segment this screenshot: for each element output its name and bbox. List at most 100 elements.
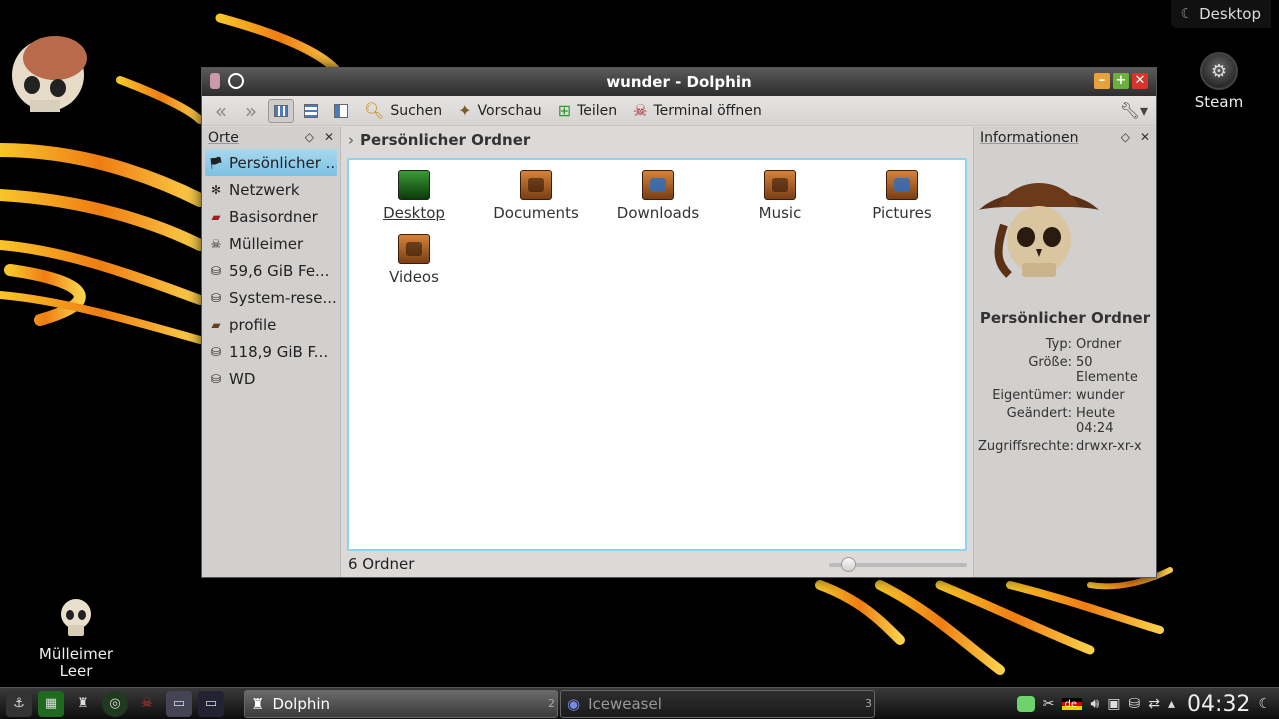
on-all-desktops-button[interactable]: [228, 73, 244, 89]
window-titlebar[interactable]: wunder - Dolphin – + ✕: [202, 68, 1156, 96]
file-label: Videos: [389, 268, 439, 286]
pictures-folder-icon: [886, 170, 918, 200]
close-button[interactable]: ✕: [1132, 73, 1148, 89]
file-item-downloads[interactable]: Downloads: [603, 170, 713, 222]
split-button[interactable]: ⊞ Teilen: [552, 99, 623, 123]
notes-tray-icon[interactable]: [1016, 696, 1035, 712]
desktop-icon-trash[interactable]: Mülleimer Leer: [36, 598, 116, 680]
place-item-drive[interactable]: ⛁ WD: [202, 365, 340, 392]
file-view[interactable]: Desktop Documents Downloads Music Pictur…: [347, 158, 967, 551]
drive-icon: ⛁: [210, 263, 222, 278]
desktop-icon-steam[interactable]: ⚙ Steam: [1179, 52, 1259, 111]
columns-view-button[interactable]: [328, 99, 354, 123]
place-item-home[interactable]: 🏴︎ Persönlicher ...: [205, 149, 337, 176]
terminal-button[interactable]: ☠ Terminal öffnen: [627, 99, 768, 123]
place-label: 118,9 GiB F...: [229, 342, 329, 361]
place-item-drive[interactable]: ⛁ 118,9 GiB F...: [202, 338, 340, 365]
search-button[interactable]: 🔍︎ Suchen: [358, 99, 448, 123]
information-panel: Informationen ◇ ✕ Persönlicher Ordner Ty…: [973, 127, 1156, 577]
folder-icon: [520, 170, 552, 200]
task-dolphin[interactable]: ♜ Dolphin 2: [244, 690, 558, 718]
settings-wrench-icon[interactable]: 🔧︎▾: [1120, 101, 1148, 120]
forward-button[interactable]: »: [238, 99, 264, 123]
task-count: 3: [865, 697, 872, 710]
details-view-button[interactable]: [298, 99, 324, 123]
zoom-slider-handle[interactable]: [841, 557, 856, 572]
task-iceweasel[interactable]: ◉ Iceweasel 3: [560, 690, 875, 718]
file-item-videos[interactable]: Videos: [359, 234, 469, 286]
places-panel: Orte ◇ ✕ 🏴︎ Persönlicher ... ✻ Netzwerk …: [202, 127, 341, 577]
place-item-drive[interactable]: ⛁ System-rese...: [202, 284, 340, 311]
clock[interactable]: 04:32: [1187, 692, 1250, 717]
meta-value: wunder: [1076, 388, 1125, 403]
app-launcher-icon[interactable]: ⚓: [6, 690, 32, 717]
search-label: Suchen: [390, 102, 443, 119]
maximize-button[interactable]: +: [1113, 73, 1129, 89]
bottle-launcher-icon[interactable]: ♜: [70, 691, 96, 717]
place-item-network[interactable]: ✻ Netzwerk: [202, 176, 340, 203]
info-panel-title: Informationen: [980, 130, 1079, 146]
keyboard-layout-label: de: [1064, 698, 1077, 710]
display-icon[interactable]: ▣: [1107, 696, 1120, 712]
pirate-launcher-icon[interactable]: ☠: [134, 691, 160, 717]
dolphin-window: wunder - Dolphin – + ✕ « » 🔍︎ Suchen ✦ V…: [201, 67, 1157, 578]
file-item-desktop[interactable]: Desktop: [359, 170, 469, 222]
icons-view-button[interactable]: [268, 98, 294, 123]
info-item-name: Persönlicher Ordner: [979, 309, 1151, 327]
zoom-slider[interactable]: [829, 557, 967, 572]
details-view-icon: [304, 103, 318, 118]
place-item-profile[interactable]: ▰ profile: [202, 311, 340, 338]
preview-button[interactable]: ✦ Vorschau: [452, 99, 548, 123]
network-icon: ✻: [210, 182, 222, 197]
task-label: Iceweasel: [588, 695, 662, 713]
globe-launcher-icon[interactable]: ◎: [102, 690, 128, 717]
device-notifier-icon[interactable]: ⛁: [1129, 696, 1141, 712]
window-menu-icon[interactable]: [210, 73, 220, 89]
info-metadata: Typ: Ordner Größe: 50 Elemente Eigentümer:…: [974, 337, 1156, 454]
clipboard-scissors-icon[interactable]: ✂: [1043, 696, 1055, 712]
dolphin-task-icon: ♜: [251, 695, 265, 713]
file-item-pictures[interactable]: Pictures: [847, 170, 957, 222]
preview-icon: ✦: [458, 101, 472, 120]
taskbar: ⚓ ▦ ♜ ◎ ☠ ▭ ▭ ♜ Dolphin 2 ◉ Iceweasel 3 …: [0, 687, 1279, 719]
pirate-skull-preview-icon: [979, 183, 1099, 278]
trash-icon: ☠: [210, 236, 222, 251]
activity-icon: ☾: [1180, 6, 1194, 22]
activity-moon-icon[interactable]: ☾: [1258, 696, 1271, 712]
status-bar: 6 Ordner: [342, 551, 973, 577]
place-item-root[interactable]: ▰ Basisordner: [202, 203, 340, 230]
network-tray-icon[interactable]: ⇄: [1148, 696, 1160, 712]
steam-icon: ⚙: [1200, 52, 1238, 90]
place-item-drive[interactable]: ⛁ 59,6 GiB Fe...: [202, 257, 340, 284]
videos-folder-icon: [398, 234, 430, 264]
panel-float-icon[interactable]: ◇: [305, 130, 314, 144]
place-label: Netzwerk: [229, 180, 300, 199]
panel-float-icon[interactable]: ◇: [1121, 130, 1130, 144]
volume-icon[interactable]: 🔊︎: [1090, 696, 1099, 712]
panel-close-icon[interactable]: ✕: [324, 130, 334, 144]
tray-expand-icon[interactable]: ▴: [1168, 696, 1175, 712]
activity-switcher[interactable]: ☾ Desktop: [1170, 0, 1271, 28]
desktop-pager-icon[interactable]: ▦: [38, 690, 64, 717]
place-label: WD: [229, 369, 256, 388]
drive-icon: ⛁: [210, 290, 222, 305]
place-item-trash[interactable]: ☠ Mülleimer: [202, 230, 340, 257]
preview-label: Vorschau: [477, 102, 542, 119]
downloads-folder-icon: [642, 170, 674, 200]
drive-icon: ⛁: [210, 344, 222, 359]
file-label: Music: [758, 204, 802, 222]
terminal-label: Terminal öffnen: [653, 102, 762, 119]
panel-close-icon[interactable]: ✕: [1140, 130, 1150, 144]
file-item-music[interactable]: Music: [725, 170, 835, 222]
place-label: Basisordner: [229, 207, 318, 226]
workspace-2-icon[interactable]: ▭: [198, 690, 224, 717]
file-label: Pictures: [872, 204, 932, 222]
breadcrumb-label: Persönlicher Ordner: [360, 131, 531, 149]
breadcrumb[interactable]: › Persönlicher Ordner: [342, 127, 973, 153]
back-button[interactable]: «: [208, 99, 234, 123]
places-panel-title: Orte: [208, 130, 239, 146]
iceweasel-task-icon: ◉: [567, 695, 581, 713]
file-item-documents[interactable]: Documents: [481, 170, 591, 222]
workspace-1-icon[interactable]: ▭: [166, 690, 192, 717]
minimize-button[interactable]: –: [1094, 73, 1110, 89]
